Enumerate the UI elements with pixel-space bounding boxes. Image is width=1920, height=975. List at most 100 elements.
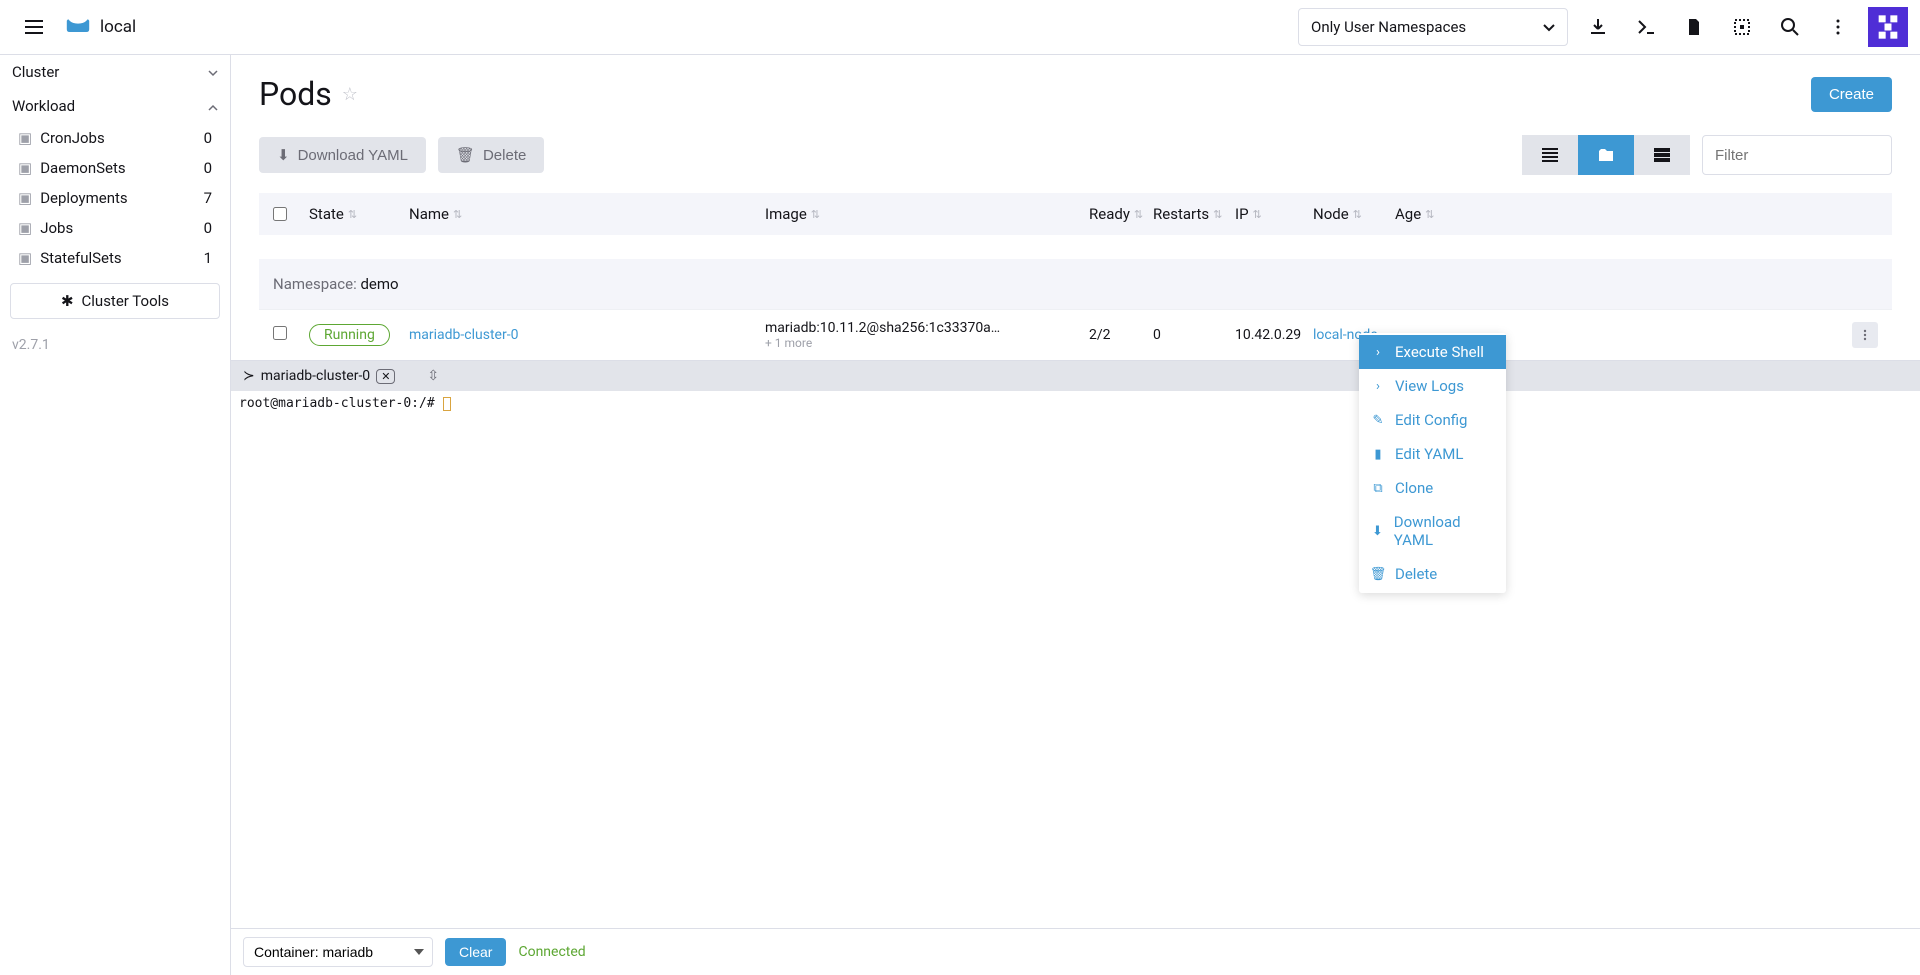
col-age[interactable]: Age⇅ — [1395, 205, 1461, 223]
close-tab-button[interactable]: ✕ — [376, 369, 395, 384]
col-state[interactable]: State⇅ — [309, 205, 409, 223]
button-label: Delete — [483, 147, 526, 164]
image-more: + 1 more — [765, 336, 1089, 350]
col-ready[interactable]: Ready⇅ — [1089, 205, 1153, 223]
page-title: Pods — [259, 75, 332, 113]
header-actions — [1588, 17, 1848, 37]
sidebar-item-label: StatefulSets — [40, 249, 121, 267]
namespace-group-header: Namespace: demo — [259, 259, 1892, 309]
favorite-star-icon[interactable]: ☆ — [342, 84, 358, 105]
sidebar-item-count: 7 — [204, 189, 218, 207]
folder-icon: ▣ — [18, 159, 32, 177]
ctx-download-yaml[interactable]: ⬇Download YAML — [1359, 505, 1506, 557]
sidebar-item-daemonsets[interactable]: ▣ DaemonSets 0 — [0, 153, 230, 183]
file-icon[interactable] — [1684, 17, 1704, 37]
sidebar-section-label: Workload — [12, 97, 75, 115]
view-flat-button[interactable] — [1522, 135, 1578, 175]
terminal-tab[interactable]: ≻ mariadb-cluster-0 ✕ — [243, 368, 395, 384]
sidebar-item-label: DaemonSets — [40, 159, 125, 177]
sidebar-item-jobs[interactable]: ▣ Jobs 0 — [0, 213, 230, 243]
container-select[interactable]: Container: mariadb — [243, 937, 433, 967]
create-button[interactable]: Create — [1811, 77, 1892, 112]
download-yaml-button[interactable]: ⬇ Download YAML — [259, 137, 426, 173]
col-node[interactable]: Node⇅ — [1313, 205, 1395, 223]
trash-icon: 🗑 — [456, 146, 475, 164]
edit-icon: ✎ — [1371, 413, 1385, 428]
ip-text: 10.42.0.29 — [1235, 327, 1313, 343]
pod-name-link[interactable]: mariadb-cluster-0 — [409, 327, 518, 343]
clear-button[interactable]: Clear — [445, 938, 506, 966]
sort-icon: ⇅ — [1253, 208, 1262, 221]
sidebar-item-cronjobs[interactable]: ▣ CronJobs 0 — [0, 123, 230, 153]
row-checkbox[interactable] — [273, 326, 287, 340]
sidebar-item-deployments[interactable]: ▣ Deployments 7 — [0, 183, 230, 213]
col-image[interactable]: Image⇅ — [765, 205, 1089, 223]
sort-icon: ⇅ — [1353, 208, 1362, 221]
col-restarts[interactable]: Restarts⇅ — [1153, 205, 1235, 223]
sort-icon: ⇅ — [1425, 208, 1434, 221]
search-icon[interactable] — [1780, 17, 1800, 37]
chevron-right-icon: › — [1371, 345, 1385, 360]
cluster-brand[interactable]: local — [64, 15, 136, 39]
sidebar-item-label: Deployments — [40, 189, 127, 207]
import-icon[interactable] — [1588, 17, 1608, 37]
button-label: Download YAML — [298, 147, 408, 164]
sidebar-section-cluster[interactable]: Cluster — [0, 55, 230, 89]
folder-icon: ▣ — [18, 219, 32, 237]
cluster-tools-button[interactable]: ✱ Cluster Tools — [10, 283, 220, 319]
ctx-clone[interactable]: ⧉Clone — [1359, 471, 1506, 505]
ctx-edit-config[interactable]: ✎Edit Config — [1359, 403, 1506, 437]
sidebar-item-count: 0 — [204, 159, 218, 177]
download-icon: ⬇ — [1371, 524, 1384, 539]
row-actions-button[interactable] — [1852, 322, 1878, 348]
row-context-menu: ›Execute Shell ›View Logs ✎Edit Config ▮… — [1359, 333, 1506, 593]
top-header: local Only User Namespaces — [0, 0, 1920, 55]
kubeconfig-icon[interactable] — [1732, 17, 1752, 37]
clone-icon: ⧉ — [1371, 481, 1385, 496]
terminal-body[interactable]: root@mariadb-cluster-0:/# — [231, 391, 1920, 928]
filter-input[interactable] — [1702, 135, 1892, 175]
sidebar-section-workload[interactable]: Workload — [0, 89, 230, 123]
chevron-down-icon — [208, 63, 218, 81]
view-namespace-button[interactable] — [1578, 135, 1634, 175]
chevron-down-icon — [1543, 18, 1555, 36]
image-text: mariadb:10.11.2@sha256:1c33370a… — [765, 320, 1089, 336]
cluster-tools-label: Cluster Tools — [82, 292, 170, 310]
main-content: Pods ☆ Create ⬇ Download YAML 🗑 Delete — [231, 55, 1920, 975]
ctx-view-logs[interactable]: ›View Logs — [1359, 369, 1506, 403]
shell-icon: ≻ — [243, 368, 255, 384]
terminal-cursor — [443, 397, 451, 411]
select-all-checkbox[interactable] — [273, 207, 287, 221]
sort-icon: ⇅ — [1213, 208, 1222, 221]
ctx-delete[interactable]: 🗑Delete — [1359, 557, 1506, 591]
sidebar-item-count: 1 — [204, 249, 218, 267]
sidebar-item-count: 0 — [204, 129, 218, 147]
rancher-logo-icon — [64, 15, 92, 39]
terminal-tab-label: mariadb-cluster-0 — [261, 368, 370, 384]
sidebar-section-label: Cluster — [12, 63, 59, 81]
shell-icon[interactable] — [1636, 17, 1656, 37]
user-avatar[interactable] — [1868, 7, 1908, 47]
delete-button[interactable]: 🗑 Delete — [438, 137, 544, 173]
folder-icon: ▣ — [18, 249, 32, 267]
col-ip[interactable]: IP⇅ — [1235, 205, 1313, 223]
view-toggle — [1522, 135, 1690, 175]
more-icon[interactable] — [1828, 17, 1848, 37]
table-row: Running mariadb-cluster-0 mariadb:10.11.… — [259, 309, 1892, 360]
terminal-expand-icon[interactable]: ⇳ — [427, 368, 439, 384]
chevron-up-icon — [208, 97, 218, 115]
cluster-name: local — [100, 17, 136, 37]
restarts-text: 0 — [1153, 327, 1235, 343]
terminal-footer: Container: mariadb Clear Connected — [231, 928, 1920, 975]
view-compact-button[interactable] — [1634, 135, 1690, 175]
namespace-selector[interactable]: Only User Namespaces — [1298, 8, 1568, 46]
namespace-selector-label: Only User Namespaces — [1311, 18, 1466, 36]
sidebar-item-statefulsets[interactable]: ▣ StatefulSets 1 — [0, 243, 230, 273]
sort-icon: ⇅ — [811, 208, 820, 221]
ctx-execute-shell[interactable]: ›Execute Shell — [1359, 335, 1506, 369]
col-name[interactable]: Name⇅ — [409, 205, 765, 223]
terminal-tabs: ≻ mariadb-cluster-0 ✕ ⇳ — [231, 361, 1920, 391]
menu-toggle-button[interactable] — [12, 5, 56, 49]
download-icon: ⬇ — [277, 146, 290, 164]
ctx-edit-yaml[interactable]: ▮Edit YAML — [1359, 437, 1506, 471]
